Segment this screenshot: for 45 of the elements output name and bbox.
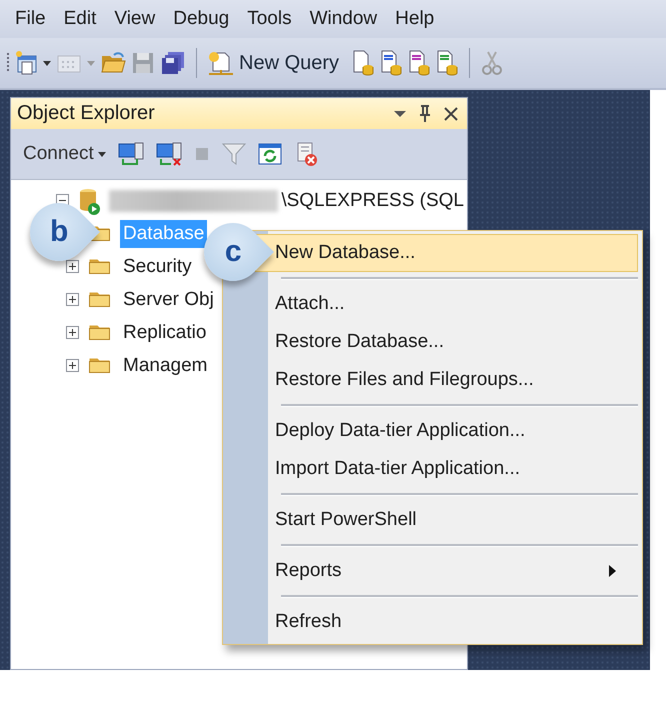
expand-icon[interactable] bbox=[66, 293, 79, 306]
database-document-icon[interactable] bbox=[407, 50, 432, 76]
tree-item[interactable]: Replicatio bbox=[120, 318, 210, 346]
menu-item[interactable]: Restore Database... bbox=[255, 323, 638, 361]
folder-icon bbox=[89, 325, 110, 340]
menu-item[interactable]: Start PowerShell bbox=[255, 501, 638, 539]
database-document-icon[interactable] bbox=[379, 50, 404, 76]
connect-icon[interactable] bbox=[116, 141, 145, 167]
folder-icon bbox=[89, 358, 110, 373]
menu-item[interactable]: Window bbox=[300, 4, 386, 34]
menu-item[interactable]: Reports bbox=[255, 552, 638, 590]
server-icon bbox=[77, 186, 101, 214]
menu-item[interactable]: Debug bbox=[164, 4, 238, 34]
disconnect-icon[interactable] bbox=[154, 141, 183, 167]
menu-item[interactable]: Tools bbox=[238, 4, 301, 34]
expand-icon[interactable] bbox=[66, 260, 79, 273]
new-query-button[interactable]: New Query bbox=[239, 52, 340, 74]
folder-icon bbox=[89, 292, 110, 307]
tree-item[interactable]: \SQLEXPRESS (SQL bbox=[278, 186, 467, 214]
menu-item[interactable]: View bbox=[105, 4, 164, 34]
tree-item[interactable]: Managem bbox=[120, 352, 210, 380]
menu-item[interactable]: Restore Files and Filegroups... bbox=[255, 361, 638, 399]
menu-item[interactable]: File bbox=[6, 4, 55, 34]
new-query-icon[interactable] bbox=[207, 50, 235, 76]
menu-item[interactable]: New Database... bbox=[255, 234, 638, 272]
dropdown-caret-icon[interactable] bbox=[42, 58, 52, 68]
expand-icon[interactable] bbox=[66, 326, 79, 339]
menu-item[interactable]: Help bbox=[386, 4, 444, 34]
tree-item[interactable]: Security bbox=[120, 252, 195, 280]
folder-icon bbox=[89, 259, 110, 274]
menu-item[interactable]: Deploy Data-tier Application... bbox=[255, 412, 638, 450]
database-document-icon[interactable] bbox=[351, 50, 376, 76]
refresh-icon[interactable] bbox=[256, 141, 283, 167]
database-document-icon[interactable] bbox=[435, 50, 460, 76]
dropdown-caret-icon bbox=[96, 149, 107, 159]
menu-item[interactable]: Edit bbox=[54, 4, 106, 34]
close-icon[interactable] bbox=[443, 106, 459, 122]
panel-title: Object Explorer bbox=[17, 102, 155, 125]
new-project-icon[interactable] bbox=[14, 50, 38, 76]
save-all-icon[interactable] bbox=[160, 50, 186, 76]
pin-icon[interactable] bbox=[417, 104, 433, 122]
expand-icon[interactable] bbox=[66, 359, 79, 372]
connect-button[interactable]: Connect bbox=[23, 143, 107, 165]
menu-item[interactable]: Import Data-tier Application... bbox=[255, 450, 638, 488]
menu-item[interactable]: Refresh bbox=[255, 603, 638, 641]
